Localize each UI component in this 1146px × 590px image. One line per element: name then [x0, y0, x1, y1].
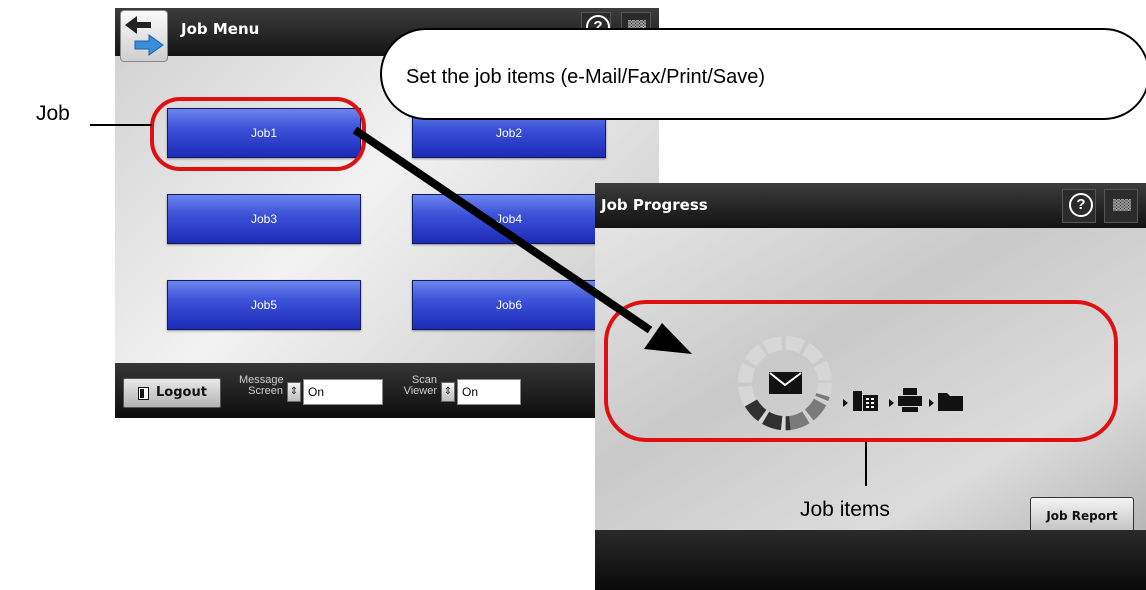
pointer-arrow-icon	[352, 126, 692, 354]
